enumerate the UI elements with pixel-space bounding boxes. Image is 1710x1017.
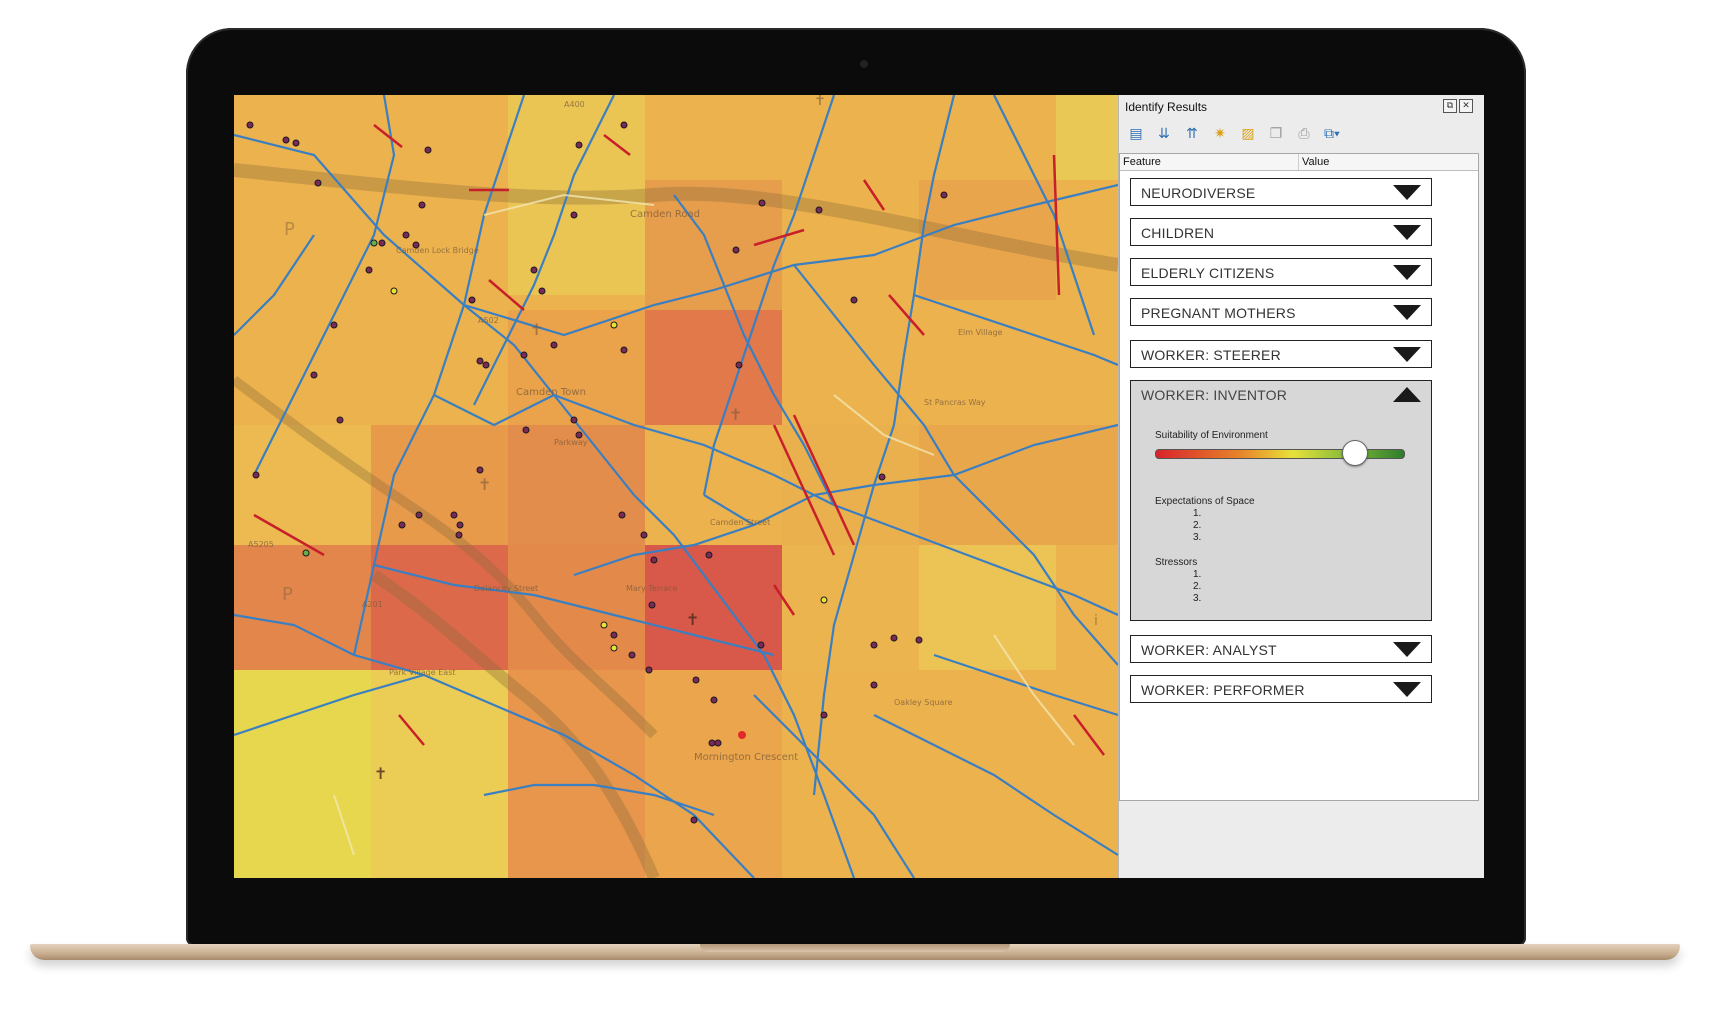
feature-label: WORKER: STEERER <box>1141 347 1281 363</box>
clear-results-icon[interactable]: ▨ <box>1237 123 1259 143</box>
church-icon: ✝ <box>814 95 826 109</box>
label-camden-street: Camden Street <box>710 518 770 527</box>
expand-tree-icon[interactable]: ▤ <box>1125 123 1147 143</box>
identify-mode-icon[interactable]: ⧉▾ <box>1321 123 1343 143</box>
parking-icon: P <box>282 584 293 605</box>
close-panel-button[interactable]: ✕ <box>1459 99 1473 113</box>
feature-worker-analyst[interactable]: WORKER: ANALYST <box>1130 635 1432 663</box>
feature-label: WORKER: PERFORMER <box>1141 682 1305 698</box>
expectation-item: 2. <box>1193 520 1202 531</box>
label-parkway: Parkway <box>554 438 588 447</box>
feature-label: NEURODIVERSE <box>1141 185 1256 201</box>
results-list-header: Feature Value <box>1120 154 1478 171</box>
expand-new-icon[interactable]: ✷ <box>1209 123 1231 143</box>
label-a502: A502 <box>478 316 499 325</box>
label-camden-lock: Camden Lock Bridge <box>396 246 479 255</box>
expectation-item: 1. <box>1193 508 1202 519</box>
label-st-pancras: St Pancras Way <box>924 398 986 407</box>
panel-title: Identify Results <box>1125 100 1208 114</box>
church-icon: ✝ <box>478 475 491 494</box>
panel-window-controls: ⧉ ✕ <box>1443 99 1473 113</box>
expand-triangle-icon[interactable] <box>1393 642 1421 657</box>
float-panel-button[interactable]: ⧉ <box>1443 99 1457 113</box>
feature-children[interactable]: CHILDREN <box>1130 218 1432 246</box>
expand-triangle-icon[interactable] <box>1393 225 1421 240</box>
expectations-label: Expectations of Space <box>1155 496 1255 507</box>
feature-pregnant-mothers[interactable]: PREGNANT MOTHERS <box>1130 298 1432 326</box>
label-a5205: A5205 <box>248 540 274 549</box>
suitability-label: Suitability of Environment <box>1155 430 1268 441</box>
label-a400: A400 <box>564 100 585 109</box>
feature-worker-steerer[interactable]: WORKER: STEERER <box>1130 340 1432 368</box>
collapse-triangle-icon[interactable] <box>1393 387 1421 402</box>
expand-triangle-icon[interactable] <box>1393 185 1421 200</box>
expectation-item: 3. <box>1193 532 1202 543</box>
label-camden-road: Camden Road <box>630 209 700 220</box>
column-header-feature[interactable]: Feature <box>1120 154 1299 170</box>
church-icon: ✝ <box>729 405 742 424</box>
church-icon: ✝ <box>374 764 387 783</box>
feature-worker-inventor[interactable]: WORKER: INVENTOR Suitability of Environm… <box>1130 380 1432 621</box>
stressor-item: 1. <box>1193 569 1202 580</box>
feature-neurodiverse[interactable]: NEURODIVERSE <box>1130 178 1432 206</box>
heatmap-map-canvas[interactable]: P P ✝ ✝ ✝ ✝ ✝ ✝ i Camden Road Camden Tow… <box>234 95 1118 878</box>
label-delancey: Delancey Street <box>474 584 538 593</box>
expand-triangle-icon[interactable] <box>1393 265 1421 280</box>
print-icon[interactable]: ⎙ <box>1293 123 1315 143</box>
results-list: Feature Value NEURODIVERSE CHILDREN ELDE… <box>1119 153 1479 801</box>
expand-triangle-icon[interactable] <box>1393 682 1421 697</box>
feature-label: CHILDREN <box>1141 225 1215 241</box>
feature-label: ELDERLY CITIZENS <box>1141 265 1275 281</box>
expand-all-icon[interactable]: ⇊ <box>1153 123 1175 143</box>
identify-toolbar: ▤ ⇊ ⇈ ✷ ▨ ❐ ⎙ ⧉▾ <box>1125 123 1343 143</box>
expand-triangle-icon[interactable] <box>1393 347 1421 362</box>
copy-icon[interactable]: ❐ <box>1265 123 1287 143</box>
suitability-slider-knob[interactable] <box>1342 440 1368 466</box>
parking-icon: P <box>284 219 295 240</box>
feature-worker-performer[interactable]: WORKER: PERFORMER <box>1130 675 1432 703</box>
label-elm-village: Elm Village <box>958 328 1003 337</box>
label-oakley-square: Oakley Square <box>894 698 952 707</box>
church-icon: ✝ <box>686 610 699 629</box>
label-mornington-crescent: Mornington Crescent <box>694 752 798 763</box>
label-a201: A201 <box>362 600 383 609</box>
collapse-all-icon[interactable]: ⇈ <box>1181 123 1203 143</box>
laptop-base-notch <box>700 944 1010 952</box>
identify-results-panel: Identify Results ⧉ ✕ ▤ ⇊ ⇈ ✷ ▨ ❐ ⎙ ⧉▾ Fe… <box>1118 95 1484 878</box>
label-camden-town: Camden Town <box>516 387 586 398</box>
expand-triangle-icon[interactable] <box>1393 305 1421 320</box>
label-park-village: Park Village East <box>389 668 456 677</box>
stressor-item: 2. <box>1193 581 1202 592</box>
label-mary-terrace: Mary Terrace <box>626 584 678 593</box>
feature-label: WORKER: INVENTOR <box>1141 387 1288 403</box>
selected-location-marker[interactable] <box>738 731 746 739</box>
stressor-item: 3. <box>1193 593 1202 604</box>
feature-elderly-citizens[interactable]: ELDERLY CITIZENS <box>1130 258 1432 286</box>
stressors-label: Stressors <box>1155 557 1198 568</box>
screen: P P ✝ ✝ ✝ ✝ ✝ ✝ i Camden Road Camden Tow… <box>234 95 1484 878</box>
webcam-icon <box>860 60 868 68</box>
church-icon: ✝ <box>530 320 543 339</box>
column-header-value[interactable]: Value <box>1299 154 1329 170</box>
feature-label: PREGNANT MOTHERS <box>1141 305 1296 321</box>
feature-label: WORKER: ANALYST <box>1141 642 1277 658</box>
info-icon: i <box>1094 613 1098 629</box>
